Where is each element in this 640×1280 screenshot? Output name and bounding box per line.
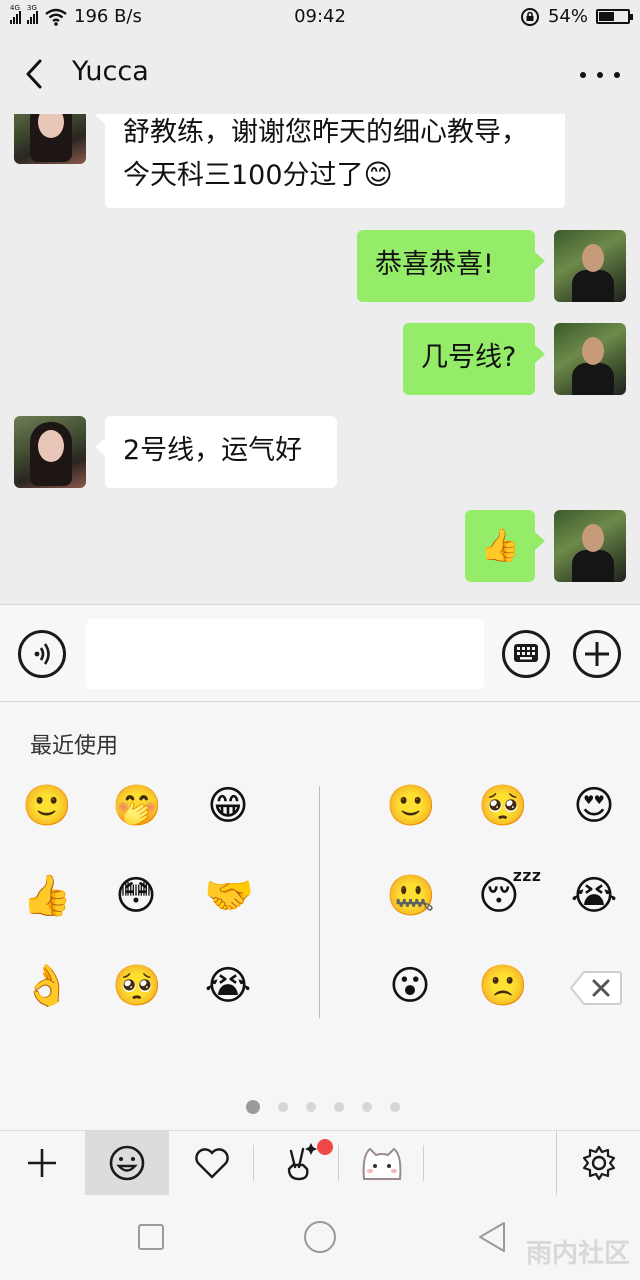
- smiley-icon: [109, 1145, 145, 1181]
- more-options-button[interactable]: [580, 60, 620, 90]
- emoji-4[interactable]: 🤐: [386, 872, 436, 920]
- tab-separator: [338, 1145, 339, 1181]
- message-bubble[interactable]: 恭喜恭喜!: [357, 230, 545, 302]
- contact-avatar[interactable]: [14, 114, 86, 164]
- recents-button[interactable]: [136, 1222, 166, 1252]
- cat-sticker-icon: [362, 1147, 402, 1180]
- emoji-recent-6[interactable]: 🤝: [204, 872, 254, 920]
- system-nav-bar: 雨内社区: [0, 1196, 640, 1280]
- emoji-1[interactable]: 🙂: [386, 782, 436, 830]
- message-row: 2号线，运气好: [0, 416, 640, 496]
- page-dot[interactable]: [306, 1102, 316, 1112]
- emoji-recent-5[interactable]: 😳: [112, 872, 160, 920]
- avatar-body: [572, 270, 614, 302]
- avatar-face: [38, 430, 64, 462]
- status-bar: 4G 3G 196 B/s 09:42 54%: [0, 0, 640, 34]
- tab-cat-pack[interactable]: [340, 1131, 424, 1195]
- emoji-tab-bar: [0, 1130, 640, 1196]
- status-right: 54%: [520, 6, 633, 27]
- emoji-panel: 最近使用 🙂 🤭 😁 👍 😳 🤝 👌 🥺 😭 🙂 🥺 😍 🤐 😴 😭 😮 🙁: [0, 702, 640, 1130]
- input-bar: [0, 604, 640, 702]
- add-icon: [28, 1149, 56, 1177]
- avatar-face: [582, 244, 604, 272]
- voice-icon: [34, 643, 50, 665]
- more-dot: [580, 72, 586, 78]
- my-avatar[interactable]: [554, 510, 626, 582]
- message-text: 舒教练，谢谢您昨天的细心教导， 今天科三100分过了: [123, 117, 528, 191]
- emoji-recent-2[interactable]: 🤭: [112, 782, 162, 830]
- message-row: 👍: [0, 510, 640, 590]
- message-row: 舒教练，谢谢您昨天的细心教导， 今天科三100分过了😊: [0, 114, 640, 214]
- tab-emoji[interactable]: [85, 1131, 169, 1195]
- contact-avatar[interactable]: [14, 416, 86, 488]
- recent-section-label: 最近使用: [30, 734, 119, 759]
- tab-add-sticker[interactable]: [0, 1131, 84, 1195]
- message-bubble[interactable]: 👍: [465, 510, 545, 582]
- emoji-6[interactable]: 😭: [570, 872, 618, 920]
- heart-icon: [195, 1148, 229, 1179]
- tab-separator: [253, 1145, 254, 1181]
- more-dot: [614, 72, 620, 78]
- voice-button[interactable]: [18, 630, 66, 678]
- message-row: 几号线?: [0, 323, 640, 403]
- emoji-settings-button[interactable]: [556, 1131, 640, 1195]
- message-input[interactable]: [86, 619, 484, 689]
- new-badge: [317, 1139, 333, 1155]
- keyboard-button[interactable]: [502, 630, 550, 678]
- tab-favorites[interactable]: [170, 1131, 254, 1195]
- avatar-face: [582, 337, 604, 365]
- chat-title: Yucca: [72, 56, 149, 87]
- tab-stickers[interactable]: [255, 1131, 339, 1195]
- home-button[interactable]: [303, 1220, 337, 1254]
- message-bubble[interactable]: 舒教练，谢谢您昨天的细心教导， 今天科三100分过了😊: [95, 114, 565, 208]
- emoji-recent-7[interactable]: 👌: [22, 962, 72, 1010]
- page-dot[interactable]: [390, 1102, 400, 1112]
- message-bubble[interactable]: 几号线?: [403, 323, 545, 395]
- page-indicator: [0, 1100, 640, 1114]
- avatar-body: [572, 550, 614, 582]
- battery-fill: [599, 12, 614, 21]
- message-list[interactable]: 舒教练，谢谢您昨天的细心教导， 今天科三100分过了😊 恭喜恭喜! 几号线? 2…: [0, 114, 640, 604]
- rotation-lock-icon: [520, 7, 539, 26]
- section-divider: [319, 786, 320, 1018]
- emoji-7[interactable]: 😮: [386, 962, 434, 1010]
- page-dot[interactable]: [362, 1102, 372, 1112]
- backspace-icon[interactable]: [570, 970, 622, 1006]
- avatar-face: [582, 524, 604, 552]
- battery-icon: [596, 9, 633, 24]
- emoji-recent-1[interactable]: 🙂: [22, 782, 72, 830]
- page-dot[interactable]: [246, 1100, 260, 1114]
- battery-percent: 54%: [547, 6, 588, 27]
- emoji-2[interactable]: 🥺: [478, 782, 528, 830]
- page-dot[interactable]: [334, 1102, 344, 1112]
- emoji-recent-9[interactable]: 😭: [204, 962, 252, 1010]
- gear-icon: [582, 1145, 616, 1181]
- tab-separator: [423, 1145, 424, 1181]
- more-dot: [597, 72, 603, 78]
- watermark: 雨内社区: [525, 1239, 630, 1269]
- chat-header: Yucca: [0, 34, 640, 114]
- add-button[interactable]: [573, 630, 621, 678]
- avatar-body: [572, 363, 614, 395]
- back-button[interactable]: [476, 1220, 508, 1254]
- emoji-3[interactable]: 😍: [570, 782, 618, 830]
- message-bubble[interactable]: 2号线，运气好: [95, 416, 337, 488]
- emoji-8[interactable]: 🙁: [478, 962, 528, 1010]
- emoji-recent-4[interactable]: 👍: [22, 872, 72, 920]
- smile-emoji: 😊: [363, 158, 393, 191]
- page-dot[interactable]: [278, 1102, 288, 1112]
- message-row: 恭喜恭喜!: [0, 230, 640, 310]
- plus-circle-icon: [585, 642, 609, 666]
- emoji-5[interactable]: 😴: [478, 872, 542, 920]
- my-avatar[interactable]: [554, 230, 626, 302]
- emoji-recent-3[interactable]: 😁: [204, 782, 252, 830]
- my-avatar[interactable]: [554, 323, 626, 395]
- emoji-recent-8[interactable]: 🥺: [112, 962, 162, 1010]
- back-icon[interactable]: [20, 56, 50, 92]
- keyboard-icon: [514, 644, 538, 662]
